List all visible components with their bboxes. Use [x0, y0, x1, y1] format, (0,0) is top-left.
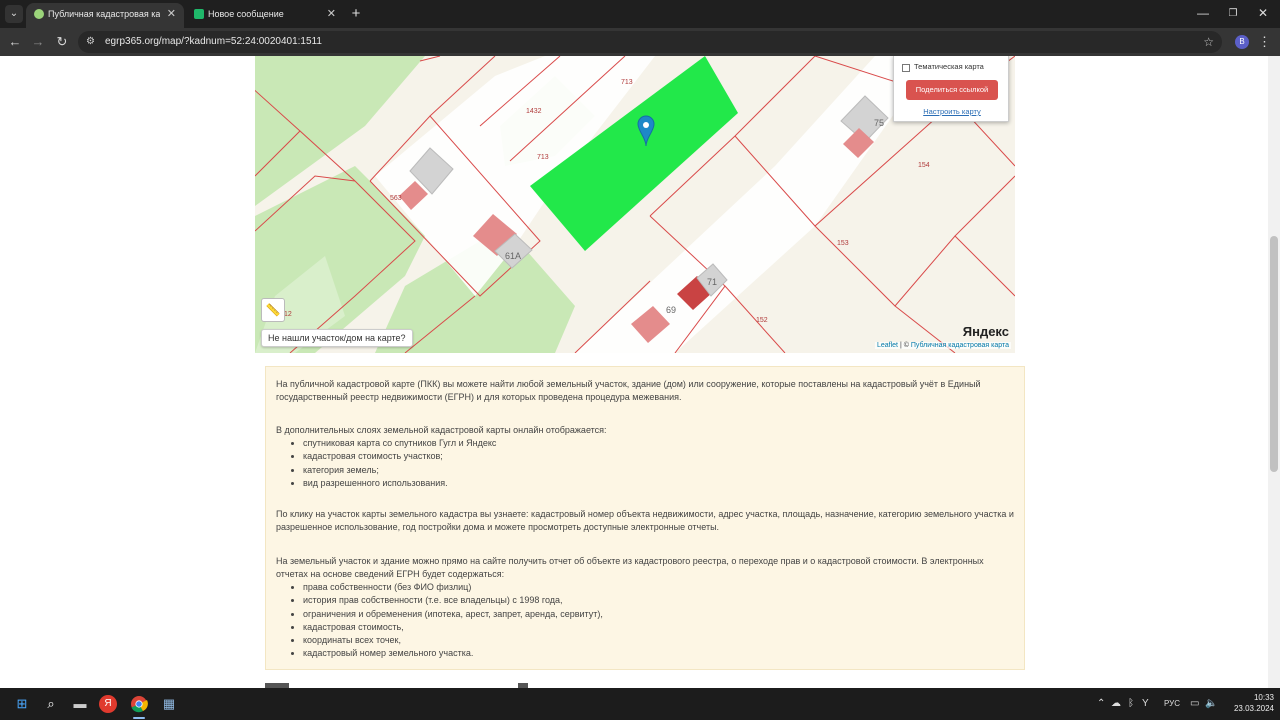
clock-time: 10:33 [1253, 693, 1274, 702]
site-info-icon[interactable]: ⚙ [86, 36, 98, 48]
cloud-icon[interactable]: ☁ [1111, 696, 1121, 712]
attribution-separator: | © [898, 342, 911, 349]
windows-taskbar: ⊞ ⌕ ▬ Я ▦ ⌃ ☁ ᛒ Y РУС ▭ 🔈 10:33 23.03.20… [0, 688, 1280, 720]
thematic-map-checkbox[interactable] [902, 64, 910, 72]
list-item: история прав собственности (т.е. все вла… [303, 594, 1003, 607]
house-number: 69 [666, 305, 676, 315]
menu-icon[interactable]: ⋮ [1258, 32, 1271, 52]
parcel-label: 12 [284, 311, 292, 318]
layers-list: спутниковая карта со спутников Гугл и Ян… [303, 437, 1003, 490]
cadastral-map[interactable]: 713 713 1432 563 154 153 152 12 75 61А 7… [255, 56, 1015, 353]
info-paragraph: В дополнительных слоях земельной кадастр… [276, 425, 607, 435]
parcel-label: 713 [537, 154, 549, 161]
list-item: кадастровая стоимость участков; [303, 450, 1003, 463]
parcel-label: 713 [621, 79, 633, 86]
ruler-icon[interactable]: 📏 [261, 298, 285, 322]
clock-date: 23.03.2024 [1233, 704, 1274, 713]
page-scrollbar[interactable] [1268, 56, 1280, 688]
profile-avatar[interactable]: B [1235, 35, 1249, 49]
list-item: права собственности (без ФИО физлиц) [303, 581, 1003, 594]
browser-toolbar: ← → ↻ ⚙ egrp365.org/map/?kadnum=52:24:00… [0, 28, 1280, 56]
bluetooth-icon[interactable]: ᛒ [1128, 696, 1134, 712]
tab-strip: ⌄ Публичная кадастровая карта ✕ Новое со… [0, 0, 1280, 28]
chevron-up-icon[interactable]: ⌃ [1097, 696, 1105, 712]
house-number: 71 [707, 277, 717, 287]
tab-search-button[interactable]: ⌄ [5, 5, 23, 23]
forward-button[interactable]: → [28, 32, 48, 52]
setup-map-link[interactable]: Настроить карту [894, 107, 1010, 116]
list-item: кадастровый номер земельного участка. [303, 647, 1003, 660]
language-indicator[interactable]: РУС [1164, 696, 1180, 712]
leaflet-link[interactable]: Leaflet [877, 342, 898, 349]
list-item: вид разрешенного использования. [303, 477, 1003, 490]
reload-button[interactable]: ↻ [52, 32, 72, 52]
house-number: 75 [874, 118, 884, 128]
chrome-icon[interactable] [129, 694, 149, 714]
list-item: ограничения и обременения (ипотека, арес… [303, 608, 1003, 621]
address-bar[interactable]: ⚙ egrp365.org/map/?kadnum=52:24:0020401:… [78, 31, 1222, 53]
map-attribution: Leaflet | © Публичная кадастровая карта [874, 342, 1011, 349]
tab-cadastral-map[interactable]: Публичная кадастровая карта ✕ [26, 3, 184, 28]
thematic-map-label: Тематическая карта [914, 62, 984, 71]
list-item: кадастровая стоимость, [303, 621, 1003, 634]
report-contents-list: права собственности (без ФИО физлиц) ист… [303, 581, 1003, 661]
yandex-tray-icon[interactable]: Y [1142, 696, 1149, 712]
info-box: На публичной кадастровой карте (ПКК) вы … [265, 366, 1025, 670]
info-paragraph: На публичной кадастровой карте (ПКК) вы … [276, 379, 981, 403]
parcel-label: 152 [756, 317, 768, 324]
url-text: egrp365.org/map/?kadnum=52:24:0020401:15… [105, 36, 322, 47]
file-explorer-icon[interactable]: ▬ [70, 694, 90, 714]
info-paragraph: На земельный участок и здание можно прям… [276, 556, 984, 580]
close-window-button[interactable]: ✕ [1243, 0, 1280, 28]
page-viewport: 713 713 1432 563 154 153 152 12 75 61А 7… [0, 56, 1280, 688]
tab-new-message[interactable]: Новое сообщение ✕ [186, 3, 344, 28]
parcel-label: 1432 [526, 108, 542, 115]
search-icon[interactable]: ⌕ [41, 694, 61, 714]
scroll-thumb[interactable] [1270, 236, 1278, 472]
system-clock[interactable]: 10:33 23.03.2024 [1226, 692, 1274, 714]
list-item: координаты всех точек, [303, 634, 1003, 647]
tab-title: Публичная кадастровая карта [48, 9, 160, 19]
close-icon[interactable]: ✕ [167, 3, 176, 25]
yandex-browser-icon[interactable]: Я [99, 695, 117, 713]
back-button[interactable]: ← [5, 32, 25, 52]
mail-favicon-icon [194, 9, 204, 19]
active-app-indicator [133, 717, 145, 719]
map-layers-panel: Тематическая карта Поделиться ссылкой На… [893, 56, 1009, 122]
parcel-label: 154 [918, 162, 930, 169]
share-link-button[interactable]: Поделиться ссылкой [906, 80, 998, 100]
windows-start-icon[interactable]: ⊞ [12, 694, 32, 714]
parcel-label: 563 [390, 195, 402, 202]
tab-title: Новое сообщение [208, 9, 284, 19]
calculator-icon[interactable]: ▦ [159, 694, 179, 714]
house-number: 61А [505, 251, 521, 261]
new-tab-button[interactable]: + [346, 4, 366, 24]
list-item: категория земель; [303, 464, 1003, 477]
pkk-link[interactable]: Публичная кадастровая карта [911, 342, 1009, 349]
list-item: спутниковая карта со спутников Гугл и Ян… [303, 437, 1003, 450]
site-favicon-icon [34, 9, 44, 19]
bookmark-star-icon[interactable]: ☆ [1203, 31, 1214, 53]
close-icon[interactable]: ✕ [327, 3, 336, 25]
display-icon[interactable]: ▭ [1190, 696, 1199, 712]
not-found-button[interactable]: Не нашли участок/дом на карте? [261, 329, 413, 347]
info-paragraph: По клику на участок карты земельного кад… [276, 509, 1014, 533]
parcel-label: 153 [837, 240, 849, 247]
yandex-logo: Яндекс [962, 324, 1009, 339]
speaker-icon[interactable]: 🔈 [1205, 696, 1217, 712]
